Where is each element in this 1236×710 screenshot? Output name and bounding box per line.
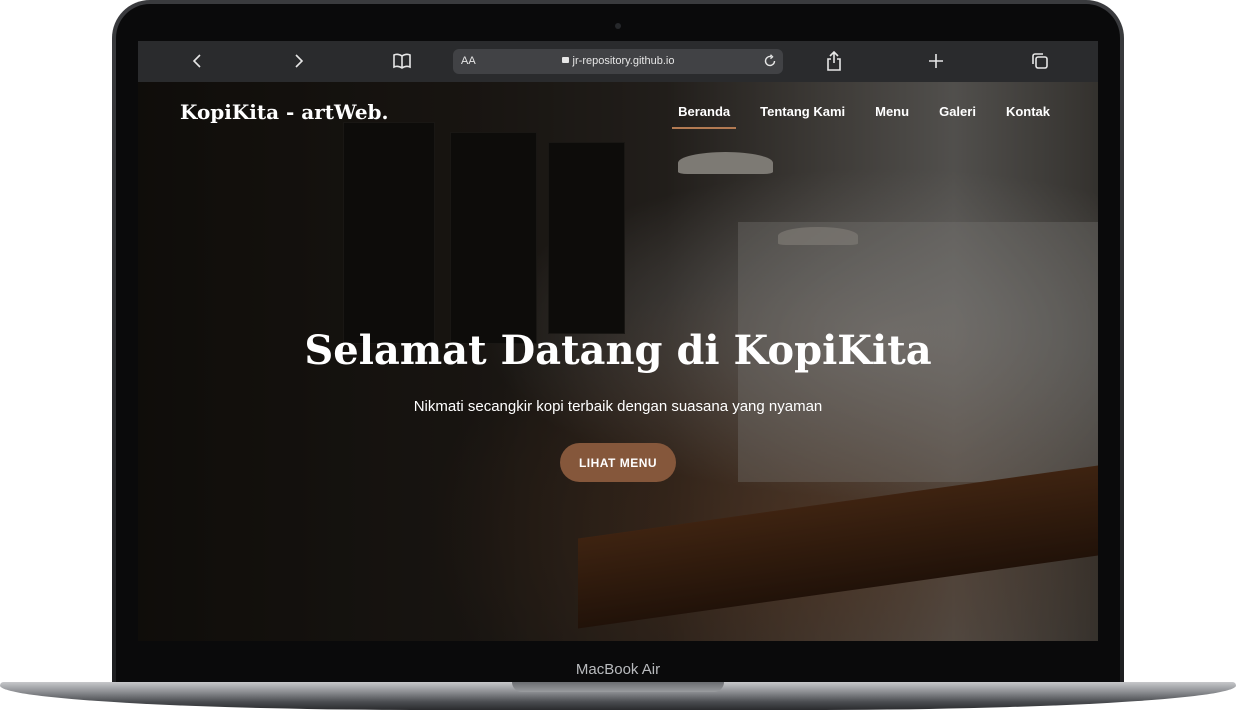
url-label: jr-repository.github.io bbox=[572, 55, 675, 67]
lock-icon bbox=[561, 57, 569, 63]
url-text: jr-repository.github.io bbox=[453, 55, 783, 67]
reload-icon[interactable] bbox=[763, 54, 777, 73]
view-menu-button[interactable]: LIHAT MENU bbox=[560, 443, 676, 482]
nav-galeri[interactable]: Galeri bbox=[939, 104, 976, 123]
nav-menu[interactable]: Menu bbox=[875, 104, 909, 123]
tabs-icon[interactable] bbox=[1028, 49, 1052, 73]
bookmarks-icon[interactable] bbox=[390, 49, 414, 73]
share-icon[interactable] bbox=[822, 49, 846, 73]
nav-beranda[interactable]: Beranda bbox=[672, 104, 737, 129]
browser-toolbar: AA jr-repository.github.io bbox=[138, 41, 1098, 83]
main-nav: Beranda Tentang Kami Menu Galeri Kontak bbox=[672, 104, 1050, 129]
laptop-notch bbox=[512, 682, 724, 692]
back-icon[interactable] bbox=[185, 49, 209, 73]
new-tab-icon[interactable] bbox=[924, 49, 948, 73]
address-bar[interactable]: AA jr-repository.github.io bbox=[453, 49, 783, 74]
hero-section: KopiKita - artWeb. Beranda Tentang Kami … bbox=[138, 82, 1098, 641]
nav-kontak[interactable]: Kontak bbox=[1006, 104, 1050, 123]
hero-subtitle: Nikmati secangkir kopi terbaik dengan su… bbox=[413, 398, 823, 415]
hero-headline: Selamat Datang di KopiKita bbox=[304, 327, 932, 374]
device-label: MacBook Air bbox=[575, 661, 661, 678]
forward-icon[interactable] bbox=[287, 49, 311, 73]
site-logo[interactable]: KopiKita - artWeb. bbox=[180, 100, 389, 124]
browser-screen: AA jr-repository.github.io KopiKita - ar… bbox=[138, 41, 1098, 641]
nav-tentang-kami[interactable]: Tentang Kami bbox=[760, 104, 845, 123]
camera-icon bbox=[615, 23, 621, 29]
